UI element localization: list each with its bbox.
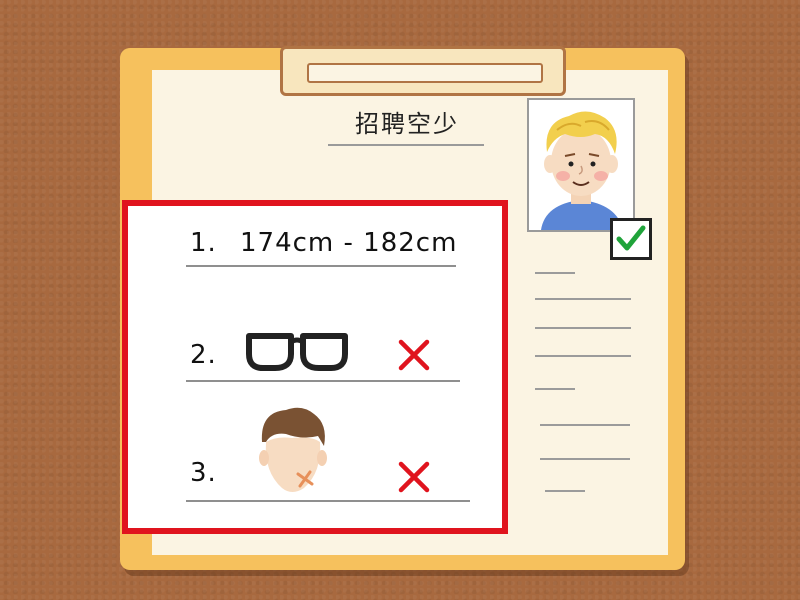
requirement-3-underline xyxy=(186,500,470,502)
checkmark-icon xyxy=(616,225,646,251)
candidate-portrait-icon xyxy=(541,111,623,230)
title-underline xyxy=(328,144,484,146)
document-line xyxy=(540,424,630,426)
glasses-icon xyxy=(246,333,348,371)
requirement-1-underline xyxy=(186,265,456,267)
document-line xyxy=(545,490,585,492)
cross-icon xyxy=(398,461,430,493)
scarred-face-icon xyxy=(259,407,327,492)
requirement-1-number: 1. xyxy=(190,228,217,258)
cross-icon xyxy=(398,339,430,371)
clip-slot xyxy=(307,63,543,83)
approval-checkbox xyxy=(610,218,652,260)
document-line xyxy=(540,458,630,460)
requirement-1-height-range: 174cm - 182cm xyxy=(240,228,458,258)
clipboard-clip xyxy=(280,46,566,96)
page-title: 招聘空少 xyxy=(355,110,459,138)
document-line xyxy=(535,327,631,329)
requirement-2-number: 2. xyxy=(190,340,217,370)
requirement-3-number: 3. xyxy=(190,458,217,488)
document-line xyxy=(535,355,631,357)
requirement-2-underline xyxy=(186,380,460,382)
candidate-photo xyxy=(527,98,635,232)
document-line xyxy=(535,388,575,390)
document-line xyxy=(535,298,631,300)
document-line xyxy=(535,272,575,274)
